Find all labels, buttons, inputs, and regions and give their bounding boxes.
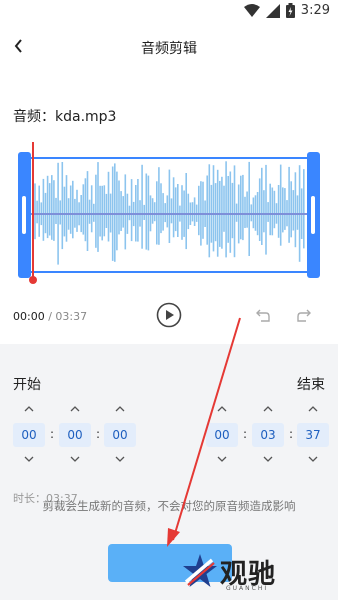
trim-handle-right[interactable] [307,152,320,278]
status-bar: 3:29 [0,0,338,24]
info-note: 剪裁会生成新的音频，不会对您的原音频造成影响 [42,499,296,513]
chevron-down-icon[interactable] [113,454,127,464]
time-readout: 00:00 / 03:37 [13,310,87,323]
chevron-up-icon[interactable] [68,404,82,414]
time-separator: / [44,310,56,323]
end-seconds-field[interactable]: 37 [297,423,329,447]
start-hours-field[interactable]: 00 [13,423,45,447]
redo-icon [297,309,311,322]
play-button[interactable] [156,302,182,328]
chevron-up-icon[interactable] [215,404,229,414]
waveform [18,152,320,278]
total-time: 03:37 [55,310,88,323]
start-time-picker: 00 : 00 : 00 [13,404,136,464]
end-seconds-spinner[interactable]: 37 [297,404,329,464]
chevron-up-icon[interactable] [261,404,275,414]
start-minutes-field[interactable]: 00 [59,423,91,447]
handle-grip [311,196,315,234]
start-seconds-field[interactable]: 00 [104,423,136,447]
colon: : [96,427,101,441]
chevron-down-icon[interactable] [306,454,320,464]
waveform-editor[interactable] [18,142,320,284]
current-time: 00:00 [13,310,45,323]
undo-button[interactable] [255,307,271,323]
start-seconds-spinner[interactable]: 00 [104,404,136,464]
end-label: 结束 [297,377,325,393]
chevron-down-icon[interactable] [22,454,36,464]
battery-icon [285,3,295,18]
end-minutes-field[interactable]: 03 [252,423,284,447]
watermark-subtext: GUANCHI [226,585,269,592]
status-time: 3:29 [300,3,330,18]
end-time-picker: 00 : 03 : 37 [206,404,330,464]
colon: : [243,427,248,441]
chevron-up-icon[interactable] [113,404,127,414]
start-hours-spinner[interactable]: 00 [13,404,45,464]
page-title: 音频剪辑 [141,41,197,57]
wifi-icon [243,3,260,17]
redo-button[interactable] [296,307,312,323]
signal-icon [265,3,280,18]
top-bar: 音频剪辑 [0,30,338,64]
playhead-line[interactable] [32,142,34,278]
end-hours-field[interactable]: 00 [206,423,238,447]
chevron-up-icon[interactable] [306,404,320,414]
undo-icon [256,309,270,322]
colon: : [289,427,294,441]
watermark-logo: 观驰 GUANCHI [182,550,300,596]
end-minutes-spinner[interactable]: 03 [252,404,284,464]
chevron-down-icon[interactable] [68,454,82,464]
start-minutes-spinner[interactable]: 00 [59,404,91,464]
play-icon [156,302,182,328]
colon: : [50,427,55,441]
trim-handle-left[interactable] [18,152,31,278]
chevron-down-icon[interactable] [261,454,275,464]
start-label: 开始 [13,377,41,393]
handle-grip [22,196,26,234]
end-hours-spinner[interactable]: 00 [206,404,238,464]
chevron-down-icon[interactable] [215,454,229,464]
chevron-up-icon[interactable] [22,404,36,414]
file-name: 音频：kda.mp3 [13,109,117,125]
status-icons: 3:29 [243,3,330,18]
playhead-knob[interactable] [29,276,37,284]
star-logo-icon [183,554,217,587]
